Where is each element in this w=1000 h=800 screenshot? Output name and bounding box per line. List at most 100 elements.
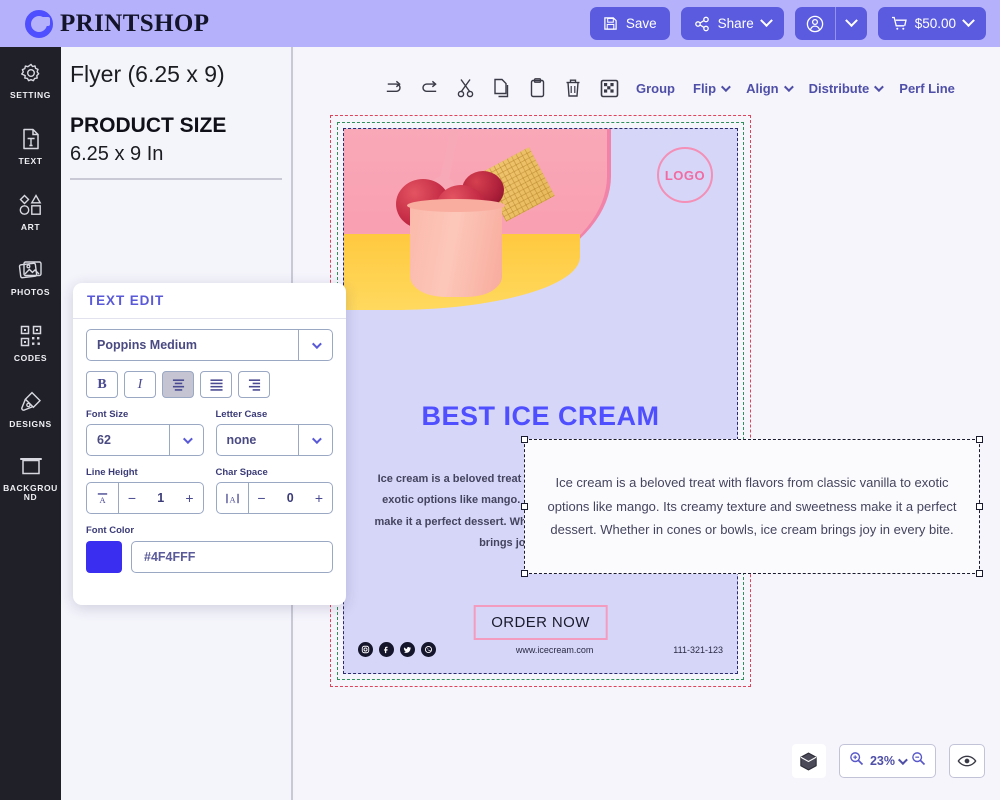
sidebar-item-photos[interactable]: PHOTOS: [0, 244, 61, 310]
char-space-stepper[interactable]: A − 0 +: [215, 482, 333, 514]
undo-icon[interactable]: [411, 70, 447, 106]
account-menu: [794, 7, 867, 40]
paste-icon[interactable]: [519, 70, 555, 106]
resize-handle-bottom-right[interactable]: [976, 570, 983, 577]
line-height-label: Line Height: [86, 467, 138, 478]
letter-case-select[interactable]: none: [215, 424, 333, 456]
sidebar: SETTING TEXT ART PHOTOS CODES DESIGNS BA…: [0, 47, 61, 800]
photos-icon: [18, 261, 42, 279]
twitter-icon[interactable]: [400, 642, 415, 657]
font-color-swatch[interactable]: [86, 541, 122, 573]
page-title: Flyer (6.25 x 9): [70, 61, 225, 87]
line-height-increase-button[interactable]: +: [177, 483, 203, 513]
cut-icon[interactable]: [447, 70, 483, 106]
sidebar-item-label: ART: [20, 221, 41, 232]
spacing-row: Line Height A − 1 + Char Space A − 0 +: [86, 467, 333, 514]
sidebar-item-text[interactable]: TEXT: [0, 113, 61, 179]
sidebar-item-label: BACKGROUND: [3, 482, 58, 503]
resize-handle-top-left[interactable]: [521, 436, 528, 443]
line-height-icon: A: [87, 483, 119, 513]
sidebar-item-background[interactable]: BACKGROUND: [0, 442, 61, 516]
3d-cube-icon[interactable]: [791, 744, 826, 778]
line-height-decrease-button[interactable]: −: [119, 483, 145, 513]
font-size-value: 62: [97, 433, 111, 447]
resize-handle-top-right[interactable]: [976, 436, 983, 443]
align-justify-button[interactable]: [200, 371, 232, 398]
facebook-icon[interactable]: [379, 642, 394, 657]
account-button[interactable]: [795, 7, 835, 40]
char-space-decrease-button[interactable]: −: [249, 483, 275, 513]
italic-button[interactable]: I: [124, 371, 156, 398]
font-size-dropdown-button[interactable]: [168, 425, 203, 455]
order-now-button[interactable]: ORDER NOW: [473, 605, 608, 640]
ring-logo-icon: [25, 9, 53, 38]
distribute-menu[interactable]: Distribute: [800, 81, 891, 96]
font-size-group: Font Size 62: [86, 409, 204, 456]
flyer-trim-guide: LOGO BEST ICE CREAM Ice cream is a belov…: [337, 122, 744, 680]
app-root: PRINTSHOP Save Share $50.00 SETTING TEXT…: [0, 0, 1000, 800]
resize-handle-bottom-left[interactable]: [521, 570, 528, 577]
chevron-down-icon: [311, 433, 322, 444]
account-dropdown-button[interactable]: [836, 7, 867, 40]
brand[interactable]: PRINTSHOP: [25, 9, 209, 38]
copy-icon[interactable]: [483, 70, 519, 106]
whatsapp-icon[interactable]: [421, 642, 436, 657]
char-space-increase-button[interactable]: +: [306, 483, 332, 513]
chevron-down-icon: [311, 338, 322, 349]
align-center-button[interactable]: [162, 371, 194, 398]
perf-line-button[interactable]: Perf Line: [890, 81, 964, 96]
zoom-out-icon[interactable]: [911, 751, 926, 771]
sidebar-item-label: DESIGNS: [9, 418, 52, 429]
flyer-footer: www.icecream.com 111-321-123: [358, 642, 723, 657]
flyer-title[interactable]: BEST ICE CREAM: [344, 401, 737, 432]
sidebar-item-designs[interactable]: DESIGNS: [0, 376, 61, 442]
align-right-button[interactable]: [238, 371, 270, 398]
resize-handle-middle-right[interactable]: [976, 502, 983, 510]
chevron-down-icon: [783, 81, 794, 92]
cart-icon: [891, 16, 907, 30]
qr-code-icon: [20, 325, 41, 347]
zoom-level-select[interactable]: 23%: [870, 754, 908, 768]
delete-icon[interactable]: [555, 70, 591, 106]
flyer-document[interactable]: LOGO BEST ICE CREAM Ice cream is a belov…: [343, 128, 738, 674]
chevron-down-icon: [182, 433, 193, 444]
zoom-control: 23%: [838, 744, 936, 778]
sidebar-item-art[interactable]: ART: [0, 179, 61, 245]
cart-button[interactable]: $50.00: [877, 7, 986, 40]
text-document-icon: [22, 128, 39, 150]
floating-text-editor[interactable]: Ice cream is a beloved treat with flavor…: [521, 436, 983, 577]
save-label: Save: [625, 16, 657, 31]
save-button[interactable]: Save: [589, 7, 670, 40]
font-family-dropdown-button[interactable]: [298, 330, 332, 360]
font-size-select[interactable]: 62: [86, 424, 204, 456]
transparency-icon[interactable]: [591, 70, 627, 106]
sidebar-item-setting[interactable]: SETTING: [0, 47, 61, 113]
letter-case-dropdown-button[interactable]: [298, 425, 332, 455]
share-button[interactable]: Share: [680, 7, 784, 40]
text-edit-body: Poppins Medium B I Font Size 62 Letter C…: [73, 319, 346, 573]
eye-icon: [957, 755, 977, 767]
font-color-hex-input[interactable]: #4F4FFF: [131, 541, 333, 573]
align-label: Align: [746, 80, 779, 96]
top-bar: PRINTSHOP Save Share $50.00: [0, 0, 1000, 47]
redo-icon[interactable]: [375, 70, 411, 106]
preview-button[interactable]: [949, 744, 985, 778]
zoom-in-icon[interactable]: [849, 751, 864, 771]
group-button[interactable]: Group: [627, 81, 684, 96]
text-edit-panel: TEXT EDIT Poppins Medium B I Font Size 6…: [73, 283, 346, 605]
user-avatar-icon: [806, 15, 823, 32]
resize-handle-middle-left[interactable]: [521, 502, 528, 510]
sidebar-item-codes[interactable]: CODES: [0, 310, 61, 376]
chevron-down-icon: [844, 14, 858, 28]
font-color-label: Font Color: [86, 525, 135, 536]
line-height-value: 1: [157, 491, 165, 505]
line-height-stepper[interactable]: A − 1 +: [86, 482, 204, 514]
bold-button[interactable]: B: [86, 371, 118, 398]
flip-menu[interactable]: Flip: [684, 81, 737, 96]
align-menu[interactable]: Align: [737, 81, 800, 96]
instagram-icon[interactable]: [358, 642, 373, 657]
save-disk-icon: [604, 17, 617, 30]
sidebar-item-label: CODES: [13, 353, 48, 364]
logo-placeholder[interactable]: LOGO: [657, 147, 713, 203]
font-family-select[interactable]: Poppins Medium: [86, 329, 333, 361]
